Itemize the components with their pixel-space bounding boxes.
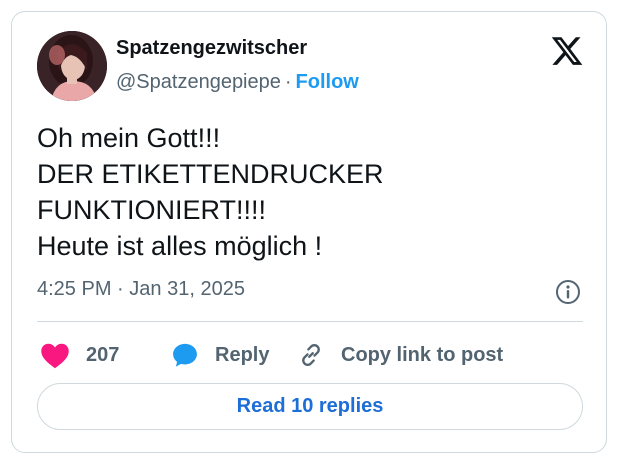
separator-dot: ·: [284, 71, 292, 93]
tweet-date[interactable]: Jan 31, 2025: [129, 278, 245, 300]
link-icon: [302, 344, 320, 366]
action-bar: 207 Reply Copy link to post: [37, 337, 583, 373]
author-handle-row: @Spatzengepiepe · Follow: [116, 71, 359, 94]
copy-link-label: Copy link to post: [341, 343, 504, 366]
tweet-line: FUNKTIONIERT!!!!: [37, 195, 267, 225]
like-count: 207: [86, 343, 120, 366]
reply-label: Reply: [215, 343, 270, 366]
avatar-image: [37, 31, 107, 101]
like-button[interactable]: 207: [40, 337, 119, 373]
timestamp-link[interactable]: 4:25 PM · Jan 31, 2025: [37, 278, 245, 301]
divider: [37, 321, 583, 322]
avatar[interactable]: [37, 31, 107, 101]
follow-link[interactable]: Follow: [296, 71, 359, 93]
author-handle[interactable]: @Spatzengepiepe: [116, 71, 281, 93]
reply-button[interactable]: Reply: [171, 337, 269, 373]
x-logo-icon[interactable]: [550, 34, 584, 68]
tweet-line: Heute ist alles möglich !: [37, 231, 323, 261]
speech-bubble-icon: [173, 343, 197, 367]
heart-icon: [41, 343, 69, 369]
tweet-card: Spatzengezwitscher @Spatzengepiepe · Follo…: [11, 11, 607, 453]
date-separator: ·: [117, 278, 124, 300]
tweet-text: Oh mein Gott!!! DER ETIKETTENDRUCKER FUN…: [37, 120, 587, 264]
copy-link-button[interactable]: Copy link to post: [297, 337, 503, 373]
author-name[interactable]: Spatzengezwitscher: [116, 37, 307, 60]
tweet-time[interactable]: 4:25 PM: [37, 278, 111, 300]
tweet-line: Oh mein Gott!!!: [37, 123, 221, 153]
tweet-line: DER ETIKETTENDRUCKER: [37, 159, 384, 189]
info-icon[interactable]: [555, 279, 581, 305]
read-replies-button[interactable]: Read 10 replies: [37, 383, 583, 430]
